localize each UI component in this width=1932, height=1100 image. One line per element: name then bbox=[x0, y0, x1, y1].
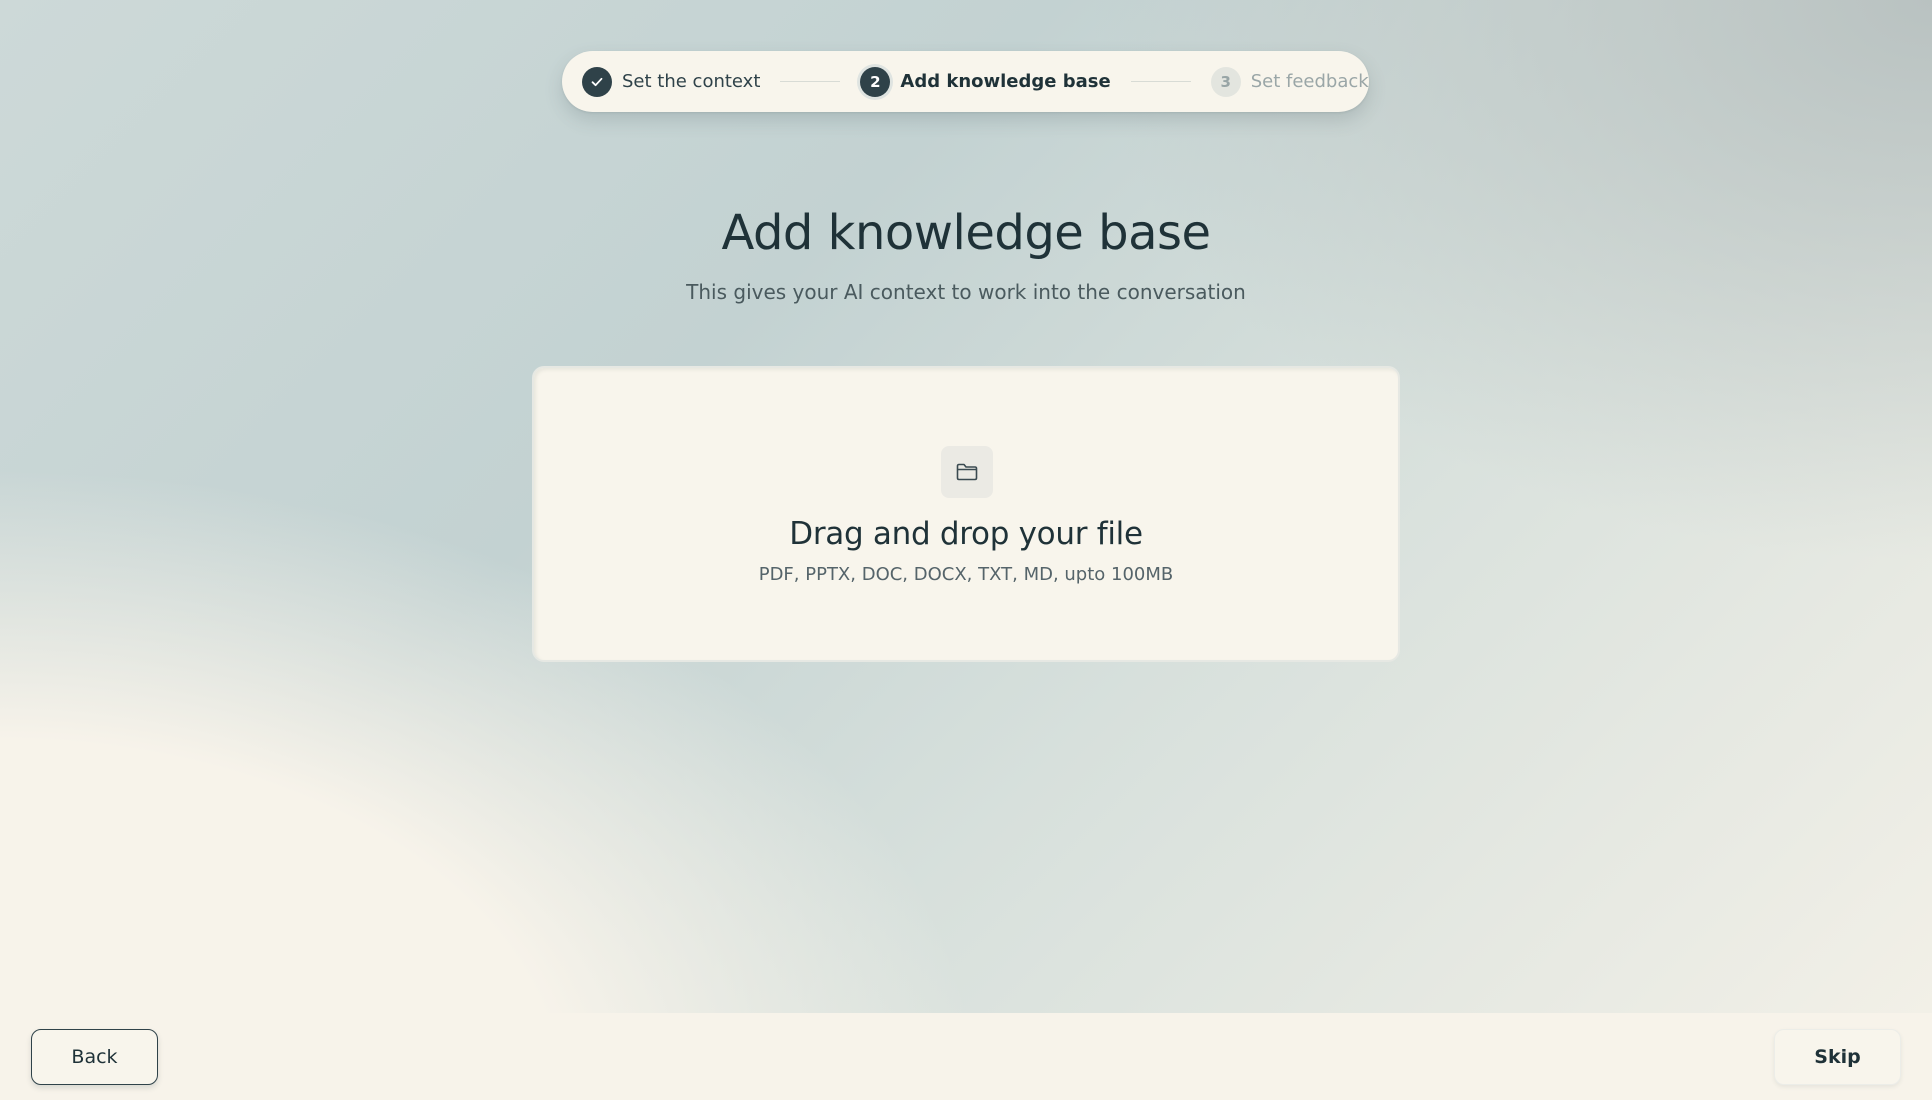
step-set-the-context[interactable]: Set the context bbox=[582, 66, 761, 97]
step-add-knowledge-base[interactable]: 2 Add knowledge base bbox=[860, 66, 1111, 97]
check-icon bbox=[582, 66, 612, 97]
dropzone-formats: PDF, PPTX, DOC, DOCX, TXT, MD, upto 100M… bbox=[758, 564, 1174, 585]
back-button[interactable]: Back bbox=[31, 1029, 158, 1085]
skip-button[interactable]: Skip bbox=[1774, 1029, 1901, 1085]
progress-stepper: Set the context 2 Add knowledge base 3 S… bbox=[562, 51, 1369, 112]
step-connector bbox=[1130, 81, 1191, 82]
dropzone-title: Drag and drop your file bbox=[789, 516, 1143, 552]
page-subtitle: This gives your AI context to work into … bbox=[686, 280, 1246, 304]
step-set-feedback[interactable]: 3 Set feedback bbox=[1210, 66, 1369, 97]
step-label: Add knowledge base bbox=[900, 71, 1111, 92]
folder-icon bbox=[941, 446, 993, 498]
footer-bar bbox=[0, 1013, 1932, 1100]
file-dropzone[interactable]: Drag and drop your file PDF, PPTX, DOC, … bbox=[532, 366, 1400, 662]
step-label: Set feedback bbox=[1250, 71, 1369, 92]
step-number: 3 bbox=[1210, 66, 1241, 97]
step-number: 2 bbox=[860, 66, 891, 97]
page-title: Add knowledge base bbox=[721, 205, 1211, 261]
step-connector bbox=[780, 81, 841, 82]
step-label: Set the context bbox=[622, 71, 761, 92]
